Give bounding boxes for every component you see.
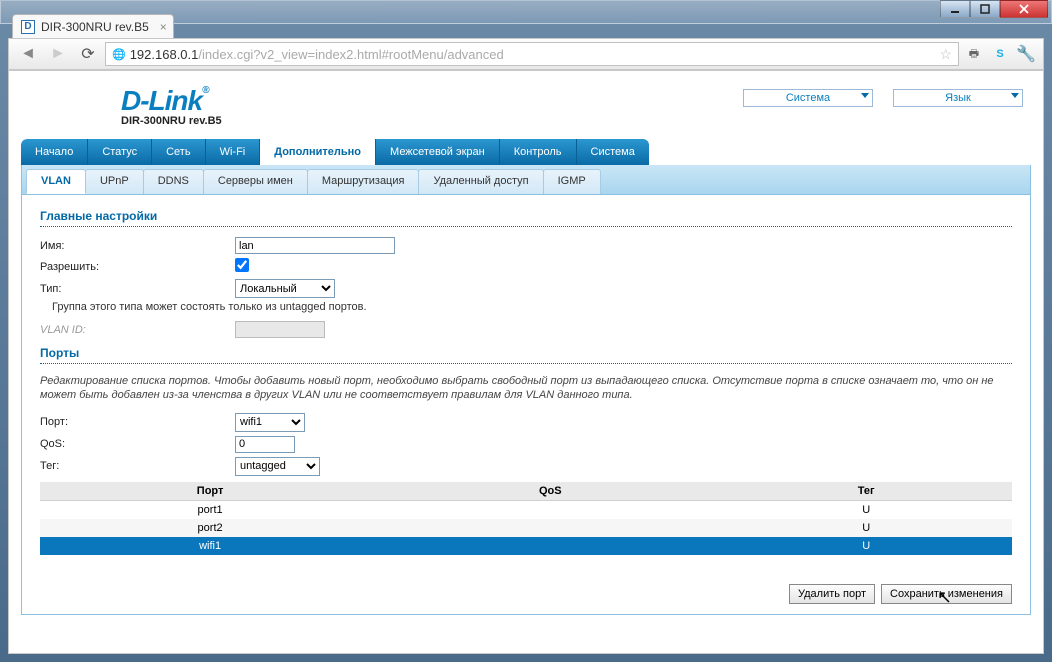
browser-toolbar: ◄ ► ⟳ 🌐 192.168.0.1/index.cgi?v2_view=in… [8,38,1044,70]
label-vlan-id: VLAN ID: [40,324,235,336]
sub-tab-1[interactable]: UPnP [85,169,144,194]
main-nav: НачалоСтатусСетьWi-FiДополнительноМежсет… [21,139,1031,165]
globe-icon: 🌐 [112,48,126,61]
select-port[interactable]: wifi1 [235,413,305,432]
sub-tab-3[interactable]: Серверы имен [203,169,308,194]
main-tab-3[interactable]: Wi-Fi [206,139,261,165]
cell-tag: U [720,537,1012,555]
chevron-down-icon [861,93,869,98]
cell-tag: U [720,500,1012,519]
nav-forward-button[interactable]: ► [45,42,71,66]
nav-back-button[interactable]: ◄ [15,42,41,66]
window-maximize-button[interactable] [970,0,1000,18]
input-vlan-id [235,321,325,338]
main-tab-7[interactable]: Система [577,139,649,165]
bookmark-star-icon[interactable]: ☆ [939,46,952,63]
sub-tab-4[interactable]: Маршрутизация [307,169,420,194]
main-tab-1[interactable]: Статус [88,139,152,165]
language-dropdown[interactable]: Язык [893,89,1023,107]
vendor-logo: D-Link® [121,85,222,117]
cell-qos [380,500,720,519]
checkbox-allow[interactable] [235,258,249,272]
save-changes-button[interactable]: Сохранить изменения [881,584,1012,604]
cell-tag: U [720,519,1012,537]
ports-table: Порт QoS Тег port1 Uport2 Uwifi1 U [40,482,1012,555]
browser-tab[interactable]: D DIR-300NRU rev.B5 × [12,14,174,38]
system-dropdown[interactable]: Система [743,89,873,107]
cell-qos [380,519,720,537]
tab-close-icon[interactable]: × [160,21,167,33]
input-name[interactable] [235,237,395,254]
th-port: Порт [40,482,380,501]
delete-port-button[interactable]: Удалить порт [789,584,875,604]
th-qos: QoS [380,482,720,501]
address-text: 192.168.0.1/index.cgi?v2_view=index2.htm… [130,47,504,62]
sub-tab-6[interactable]: IGMP [543,169,601,194]
th-tag: Тег [720,482,1012,501]
type-note: Группа этого типа может состоять только … [52,300,1012,319]
model-name: DIR-300NRU rev.B5 [121,115,222,127]
logo-block: D-Link® DIR-300NRU rev.B5 [121,85,222,127]
main-tab-2[interactable]: Сеть [152,139,205,165]
address-bar[interactable]: 🌐 192.168.0.1/index.cgi?v2_view=index2.h… [105,42,959,66]
input-qos[interactable] [235,436,295,453]
label-port: Порт: [40,416,235,428]
main-tab-4[interactable]: Дополнительно [260,139,376,165]
favicon-icon: D [21,20,35,34]
sub-nav: VLANUPnPDDNSСерверы именМаршрутизацияУда… [21,165,1031,195]
section-title-main: Главные настройки [40,209,1012,227]
select-tag[interactable]: untagged [235,457,320,476]
ports-description: Редактирование списка портов. Чтобы доба… [40,372,1012,411]
cell-port: wifi1 [40,537,380,555]
table-row[interactable]: port1 U [40,500,1012,519]
printer-icon[interactable]: 🖶 [963,43,985,65]
cell-port: port1 [40,500,380,519]
sub-tab-0[interactable]: VLAN [26,169,86,194]
window-minimize-button[interactable] [940,0,970,18]
select-type[interactable]: Локальный [235,279,335,298]
window-close-button[interactable] [1000,0,1048,18]
main-tab-5[interactable]: Межсетевой экран [376,139,500,165]
main-tab-6[interactable]: Контроль [500,139,577,165]
label-allow: Разрешить: [40,261,235,273]
label-tag: Тег: [40,460,235,472]
page-viewport: D-Link® DIR-300NRU rev.B5 Система Язык Н… [8,70,1044,654]
main-tab-0[interactable]: Начало [21,139,88,165]
sub-tab-2[interactable]: DDNS [143,169,204,194]
label-type: Тип: [40,283,235,295]
wrench-menu-icon[interactable]: 🔧 [1015,43,1037,65]
chevron-down-icon [1011,93,1019,98]
sub-tab-5[interactable]: Удаленный доступ [418,169,543,194]
section-title-ports: Порты [40,346,1012,364]
browser-tab-title: DIR-300NRU rev.B5 [41,20,149,34]
cell-port: port2 [40,519,380,537]
label-name: Имя: [40,240,235,252]
content-panel: Главные настройки Имя: Разрешить: Тип: Л… [21,195,1031,615]
cell-qos [380,537,720,555]
table-row[interactable]: port2 U [40,519,1012,537]
label-qos: QoS: [40,438,235,450]
nav-reload-button[interactable]: ⟳ [75,42,101,66]
table-row[interactable]: wifi1 U [40,537,1012,555]
skype-icon[interactable]: S [989,43,1011,65]
